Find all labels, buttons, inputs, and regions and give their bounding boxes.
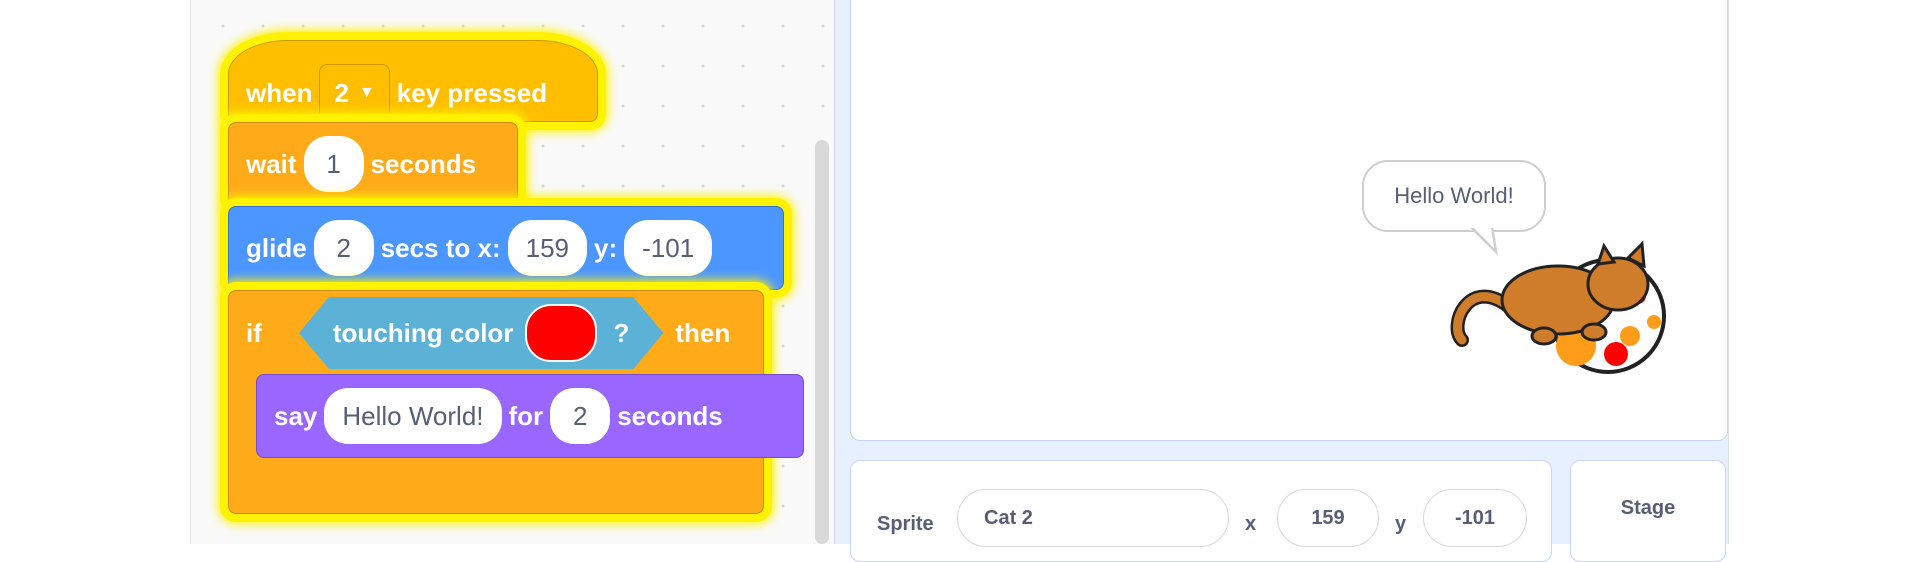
glide-secs-input[interactable]: 2 [313, 220, 374, 276]
glide-y-label: y: [594, 232, 618, 263]
touching-question-mark: ? [613, 317, 630, 348]
sprite-name-input[interactable]: Cat 2 [957, 489, 1229, 547]
touching-color-label: touching color [332, 317, 514, 348]
say-block[interactable]: say Hello World! for 2 seconds [256, 374, 804, 458]
sprite-name-value: Cat 2 [984, 506, 1033, 529]
stage-label: Stage [1620, 497, 1676, 519]
say-message-input[interactable]: Hello World! [324, 388, 502, 444]
glide-y-input[interactable]: -101 [624, 220, 713, 276]
x-label: x [1245, 513, 1257, 535]
wait-seconds-input[interactable]: 1 [303, 136, 364, 192]
left-margin [0, 0, 190, 544]
glide-label: glide [246, 232, 307, 263]
glide-block[interactable]: glide 2 secs to x: 159 y: -101 [228, 206, 784, 290]
y-label: y [1395, 513, 1407, 535]
when-key-pressed-block[interactable]: when 2 ▼ key pressed [228, 40, 598, 122]
if-label: if [246, 317, 262, 348]
key-dropdown[interactable]: 2 ▼ [319, 64, 390, 122]
wait-label: wait [246, 148, 297, 179]
dropdown-arrow-icon: ▼ [358, 84, 375, 101]
color-picker[interactable] [525, 304, 597, 362]
x-position-input[interactable]: 159 [1277, 489, 1379, 547]
say-seconds-label: seconds [617, 400, 723, 431]
key-pressed-label: key pressed [396, 77, 548, 108]
speech-bubble: Hello World! [1362, 160, 1546, 232]
wait-block[interactable]: wait 1 seconds [228, 122, 518, 206]
touching-color-block[interactable]: touching color ? [299, 297, 663, 369]
x-position-value: 159 [1311, 506, 1345, 529]
stage-selector[interactable]: Stage [1570, 460, 1726, 562]
sprite-label: Sprite [877, 513, 934, 535]
cat-sprite-icon[interactable] [1448, 236, 1678, 386]
code-area-scrollbar[interactable] [815, 140, 829, 544]
y-position-input[interactable]: -101 [1423, 489, 1527, 547]
sprite-info-panel: Sprite Cat 2 x 159 y -101 [850, 460, 1552, 562]
then-label: then [675, 317, 731, 348]
seconds-label: seconds [370, 148, 477, 179]
glide-x-input[interactable]: 159 [507, 220, 588, 276]
say-secs-input[interactable]: 2 [550, 388, 611, 444]
for-label: for [508, 400, 544, 431]
speech-bubble-text: Hello World! [1394, 183, 1514, 208]
y-position-value: -101 [1454, 506, 1496, 529]
secs-to-x-label: secs to x: [380, 232, 501, 263]
say-label: say [274, 400, 318, 431]
right-margin [1728, 0, 1920, 544]
key-value: 2 [334, 77, 349, 108]
when-label: when [246, 77, 313, 108]
